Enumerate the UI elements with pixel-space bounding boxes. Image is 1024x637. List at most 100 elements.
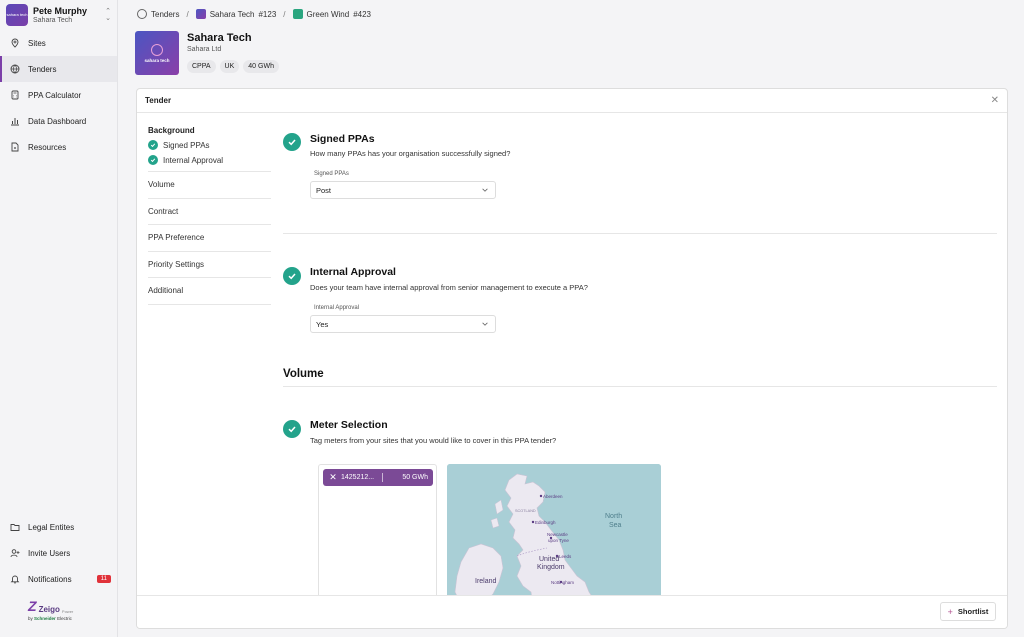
signed-ppas-label: Signed PPAs: [314, 171, 349, 177]
nav-item-legal-entities[interactable]: Legal Entites: [0, 514, 117, 540]
nav-label: Tenders: [28, 64, 57, 74]
nav-label: Legal Entites: [28, 522, 75, 532]
signed-ppas-question: How many PPAs has your organisation succ…: [310, 149, 511, 158]
tag-volume: 40 GWh: [243, 60, 279, 73]
shortlist-button[interactable]: + Shortlist: [940, 602, 996, 621]
nav-label: Notifications: [28, 574, 72, 584]
user-org: Sahara Tech: [33, 17, 73, 24]
internal-approval-title: Internal Approval: [310, 266, 396, 278]
check-circle-icon: [283, 133, 301, 151]
map-pin-icon: [10, 38, 20, 48]
check-circle-icon: [283, 267, 301, 285]
check-circle-icon: [283, 420, 301, 438]
user-plus-icon: [10, 548, 20, 558]
step-background[interactable]: Background: [148, 126, 271, 135]
bell-icon: [10, 574, 20, 584]
nav-label: Resources: [28, 142, 67, 152]
globe-icon: [10, 64, 20, 74]
internal-approval-question: Does your team have internal approval fr…: [310, 283, 588, 292]
leaf-icon: [292, 9, 303, 19]
meter-selection-question: Tag meters from your sites that you woul…: [310, 436, 557, 445]
nav-item-ppa-calculator[interactable]: PPA Calculator: [0, 82, 117, 108]
notification-count-badge: 11: [96, 575, 111, 583]
panel-title: Tender: [145, 96, 172, 105]
breadcrumb: Tenders / Sahara Tech #123 / Green Wind …: [137, 8, 371, 20]
company-name: Sahara Tech: [187, 32, 252, 44]
panel-footer: + Shortlist: [137, 595, 1007, 628]
plus-icon: +: [947, 606, 953, 617]
meter-chip[interactable]: ✕ 1425212... 50 GWh: [323, 469, 433, 486]
nav-item-sites[interactable]: Sites: [0, 30, 117, 56]
tag-country: UK: [219, 60, 240, 73]
step-additional[interactable]: Additional: [148, 278, 271, 305]
substep-internal-approval[interactable]: Internal Approval: [148, 155, 271, 165]
secondary-nav: Legal Entites Invite Users Notifications…: [0, 514, 117, 592]
tender-form: Signed PPAs How many PPAs has your organ…: [283, 89, 997, 628]
section-divider: [283, 386, 997, 387]
document-icon: [10, 142, 20, 152]
globe-icon: [137, 9, 147, 19]
folder-icon: [10, 522, 20, 532]
zeigo-logo-icon: Z: [28, 598, 37, 614]
chevron-down-icon: [482, 188, 488, 192]
internal-approval-label: Internal Approval: [314, 305, 360, 311]
bar-chart-icon: [10, 116, 20, 126]
org-logo-icon: [195, 9, 206, 19]
map-label-scotland: SCOTLAND: [515, 509, 536, 513]
nav-item-tenders[interactable]: Tenders: [0, 56, 117, 82]
section-divider: [283, 233, 997, 234]
meter-list[interactable]: ✕ 1425212... 50 GWh: [318, 464, 437, 604]
meter-map[interactable]: Aberdeen SCOTLAND Edinburgh Newcastle up…: [447, 464, 661, 604]
chevron-up-down-icon[interactable]: ⌃ ⌄: [105, 8, 111, 22]
nav-label: Sites: [28, 38, 46, 48]
brand-name: Zeigo: [38, 605, 60, 614]
step-ppa-preference[interactable]: PPA Preference: [148, 225, 271, 252]
map-label-united: United: [539, 556, 559, 563]
signed-ppas-title: Signed PPAs: [310, 133, 375, 145]
nav-label: Data Dashboard: [28, 116, 87, 126]
signed-ppas-select[interactable]: Post: [310, 181, 496, 199]
map-label-aberdeen: Aberdeen: [543, 494, 563, 499]
breadcrumb-tenders[interactable]: Tenders: [137, 9, 179, 19]
meter-id: 1425212...: [341, 474, 375, 481]
calculator-icon: [10, 90, 20, 100]
check-circle-icon: [148, 140, 158, 150]
logo-ring-icon: [151, 43, 163, 56]
map-label-newcastle-1: Newcastle: [547, 532, 568, 537]
internal-approval-select[interactable]: Yes: [310, 315, 496, 333]
step-contract[interactable]: Contract: [148, 199, 271, 225]
map-label-edinburgh: Edinburgh: [535, 520, 556, 525]
nav-item-notifications[interactable]: Notifications 11: [0, 566, 117, 592]
user-switcher[interactable]: sahara tech Pete Murphy Sahara Tech ⌃ ⌄: [0, 0, 117, 30]
map-label-newcastle-2: upon Tyne: [548, 538, 569, 543]
brand-company-suffix: Electric: [57, 616, 72, 621]
user-name: Pete Murphy: [33, 6, 88, 16]
volume-section-title: Volume: [283, 368, 324, 380]
company-legal-name: Sahara Ltd: [187, 46, 222, 53]
nav-item-invite-users[interactable]: Invite Users: [0, 540, 117, 566]
company-header: sahara tech Sahara Tech Sahara Ltd CPPA …: [135, 31, 283, 75]
map-label-nottingham: Nottingham: [551, 580, 574, 585]
step-priority-settings[interactable]: Priority Settings: [148, 252, 271, 278]
step-volume[interactable]: Volume: [148, 172, 271, 199]
user-avatar: sahara tech: [6, 4, 28, 26]
breadcrumb-separator: /: [283, 9, 286, 19]
meter-selection-title: Meter Selection: [310, 419, 388, 431]
main-nav: Sites Tenders PPA Calculator Data Dashbo…: [0, 30, 117, 160]
nav-item-resources[interactable]: Resources: [0, 134, 117, 160]
substep-signed-ppas[interactable]: Signed PPAs: [148, 140, 271, 150]
nav-label: PPA Calculator: [28, 90, 82, 100]
nav-item-data-dashboard[interactable]: Data Dashboard: [0, 108, 117, 134]
breadcrumb-project[interactable]: Green Wind #423: [292, 9, 371, 19]
map-label-north: North: [605, 513, 622, 520]
company-logo: sahara tech: [135, 31, 179, 75]
brand-by-line: by Schneider Electric: [28, 616, 72, 621]
company-tags: CPPA UK 40 GWh: [187, 60, 283, 73]
breadcrumb-separator: /: [186, 9, 189, 19]
map-label-sea: Sea: [609, 522, 622, 529]
step-group-background: Background Signed PPAs Internal Approval: [148, 126, 271, 172]
breadcrumb-org[interactable]: Sahara Tech #123: [195, 9, 276, 19]
meter-volume: 50 GWh: [402, 474, 428, 481]
sidebar: sahara tech Pete Murphy Sahara Tech ⌃ ⌄ S…: [0, 0, 118, 637]
remove-icon[interactable]: ✕: [326, 472, 340, 483]
